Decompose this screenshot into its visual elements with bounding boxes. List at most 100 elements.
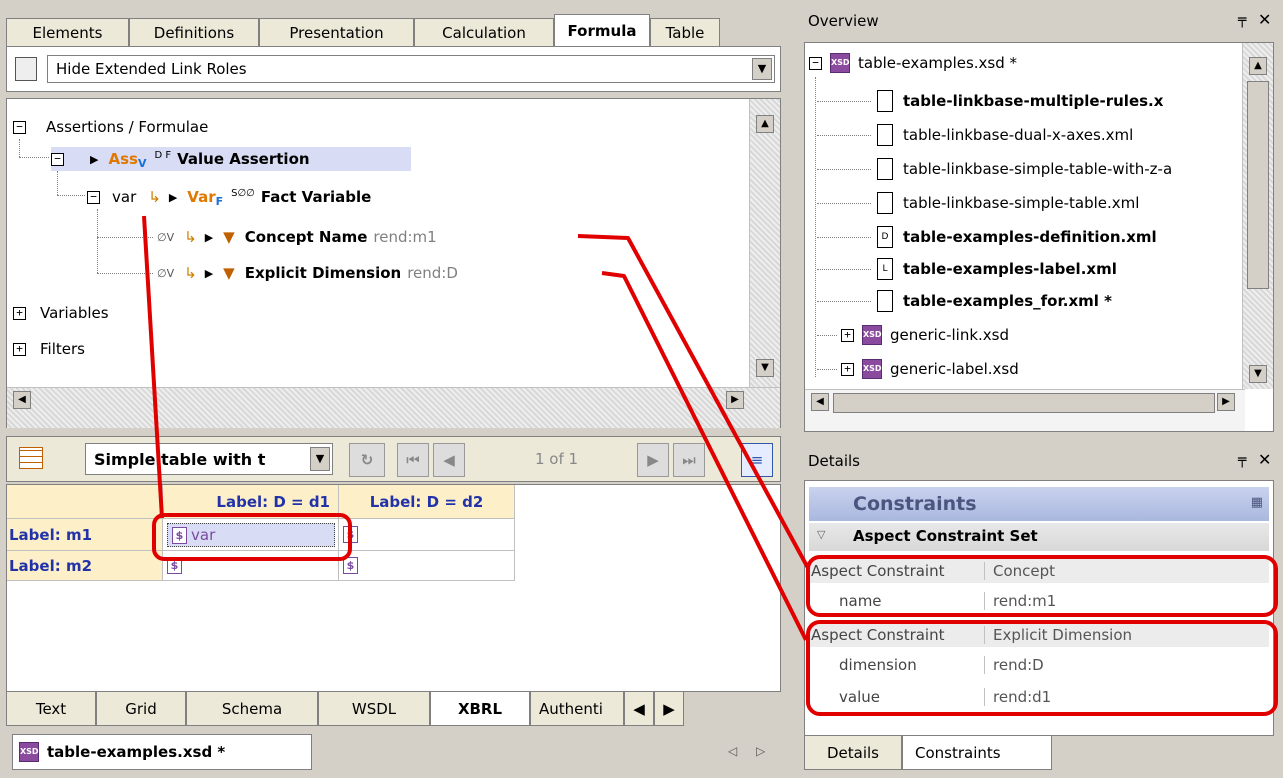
tab-calculation[interactable]: Calculation [414, 18, 554, 46]
tree-filter-concept[interactable]: ∅V ↳ ▶ ▼ Concept Name rend:m1 [157, 225, 437, 249]
var-name: var [112, 188, 137, 206]
constraint-type-value: Explicit Dimension [993, 626, 1133, 644]
assertion-label: Value Assertion [177, 150, 310, 168]
table-select[interactable]: Simple table with t ▼ [85, 443, 333, 475]
tabs-scroll-right[interactable]: ▶ [654, 692, 684, 726]
tab-xbrl[interactable]: XBRL [430, 692, 530, 726]
scroll-left-button[interactable]: ◀ [13, 391, 31, 409]
overview-file[interactable]: L table-examples-label.xml [817, 257, 1117, 281]
doc-scroll-right-icon[interactable]: ▷ [756, 744, 765, 758]
scroll-right-button[interactable]: ▶ [726, 391, 744, 409]
first-page-icon[interactable]: ⏮ [397, 443, 429, 477]
doc-scroll-left-icon[interactable]: ◁ [728, 744, 737, 758]
overview-root-label: table-examples.xsd * [858, 54, 1018, 72]
constraint-prop-row[interactable]: dimension rend:D [809, 653, 1269, 677]
tab-table[interactable]: Table [650, 18, 720, 46]
tab-grid[interactable]: Grid [96, 692, 186, 726]
overview-file[interactable]: table-examples_for.xml * [817, 289, 1112, 313]
close-icon[interactable]: ✕ [1258, 10, 1271, 29]
grid-cell[interactable]: $ var [163, 519, 339, 551]
grid-cell[interactable]: $ [339, 551, 515, 581]
overview-xsd[interactable]: + XSD generic-label.xsd [817, 357, 1019, 381]
last-page-icon[interactable]: ⏭ [673, 443, 705, 477]
chevron-down-icon[interactable]: ▼ [310, 447, 330, 471]
tab-definitions[interactable]: Definitions [129, 18, 259, 46]
overview-file[interactable]: D table-examples-definition.xml [817, 225, 1157, 249]
overview-root[interactable]: − XSD table-examples.xsd * [809, 51, 1017, 75]
overview-file-label: table-linkbase-dual-x-axes.xml [903, 126, 1134, 144]
prev-page-icon[interactable]: ◀ [433, 443, 465, 477]
scroll-up-button[interactable]: ▲ [756, 115, 774, 133]
tab-formula[interactable]: Formula [554, 14, 650, 46]
scroll-left-button[interactable]: ◀ [811, 393, 829, 411]
tab-wsdl[interactable]: WSDL [318, 692, 430, 726]
scroll-down-button[interactable]: ▼ [1249, 365, 1267, 383]
overview-xsd[interactable]: + XSD generic-link.xsd [817, 323, 1009, 347]
pin-icon[interactable]: ╤ [1238, 12, 1246, 28]
overview-file[interactable]: table-linkbase-simple-table-with-z-a [817, 157, 1172, 181]
tree-assertion[interactable]: − ▶ Ass V D F Value Assertion [51, 147, 411, 171]
variable-icon: $ [343, 557, 358, 574]
overview-scroll-thumb[interactable] [1247, 81, 1269, 289]
collapse-icon[interactable]: − [51, 152, 64, 166]
tree-vertical-scrollbar[interactable] [749, 99, 780, 387]
constraint-type-row[interactable]: Aspect Constraint Explicit Dimension [809, 623, 1269, 647]
close-icon[interactable]: ✕ [1258, 450, 1271, 469]
tab-elements[interactable]: Elements [6, 18, 129, 46]
expand-icon[interactable]: + [841, 362, 854, 376]
expand-icon[interactable]: + [13, 306, 26, 320]
constraint-type-row[interactable]: Aspect Constraint Concept [809, 559, 1269, 583]
overview-file[interactable]: table-linkbase-multiple-rules.x [817, 89, 1163, 113]
overview-file[interactable]: table-linkbase-simple-table.xml [817, 191, 1139, 215]
link-icon: ↳ [148, 188, 161, 206]
collapse-triangle-icon[interactable]: ▽ [817, 528, 825, 541]
formula-tree-panel: − Assertions / Formulae − ▶ Ass V D F Va… [6, 98, 781, 428]
expand-icon[interactable]: + [13, 342, 26, 356]
document-tab[interactable]: XSD table-examples.xsd * [12, 734, 312, 770]
grid-row-header: Label: m1 [7, 519, 163, 551]
filter-funnel-icon: ▼ [223, 264, 235, 282]
tab-details[interactable]: Details [804, 736, 902, 770]
collapse-icon[interactable]: − [87, 190, 100, 204]
table-grid-panel: Label: D = d1 Label: D = d2 Label: m1 $ … [6, 484, 781, 692]
refresh-icon[interactable]: ↻ [349, 443, 385, 477]
top-tab-bar: Elements Definitions Presentation Calcul… [6, 14, 720, 46]
grid-icon[interactable] [19, 447, 43, 469]
play-icon: ▶ [204, 230, 214, 244]
link-icon: ↳ [184, 264, 197, 282]
constraint-prop-row[interactable]: value rend:d1 [809, 685, 1269, 709]
tab-constraints[interactable]: Constraints [902, 736, 1052, 770]
tab-presentation[interactable]: Presentation [259, 18, 414, 46]
pin-icon[interactable]: ╤ [1238, 452, 1246, 468]
collapse-icon[interactable]: − [809, 56, 822, 70]
scroll-up-button[interactable]: ▲ [1249, 57, 1267, 75]
tab-authentic[interactable]: Authenti [530, 692, 624, 726]
tab-schema[interactable]: Schema [186, 692, 318, 726]
tree-line [97, 273, 153, 274]
constraint-set-row[interactable]: ▽ Aspect Constraint Set [809, 523, 1269, 551]
grid-cell[interactable]: $ [163, 551, 339, 581]
layout-icon[interactable]: ▦ [1251, 495, 1263, 510]
constraint-prop-row[interactable]: name rend:m1 [809, 589, 1269, 613]
tree-filter-dimension[interactable]: ∅V ↳ ▶ ▼ Explicit Dimension rend:D [157, 261, 458, 285]
next-page-icon[interactable]: ▶ [637, 443, 669, 477]
tree-horizontal-scrollbar[interactable] [7, 387, 780, 428]
tabs-scroll-left[interactable]: ◀ [624, 692, 654, 726]
tree-line [97, 237, 153, 238]
collapse-icon[interactable]: − [13, 120, 26, 134]
scroll-down-button[interactable]: ▼ [756, 359, 774, 377]
overview-file[interactable]: table-linkbase-dual-x-axes.xml [817, 123, 1133, 147]
role-filter-select[interactable]: Hide Extended Link Roles ▼ [47, 55, 775, 83]
table-settings-icon[interactable]: ≡ [741, 443, 773, 477]
tree-filters[interactable]: + Filters [13, 337, 85, 361]
tree-variables[interactable]: + Variables [13, 301, 109, 325]
tree-fact-variable[interactable]: − var ↳ ▶ Var F S∅∅ Fact Variable [87, 185, 371, 209]
tab-text[interactable]: Text [6, 692, 96, 726]
role-filter-icon[interactable] [15, 57, 37, 81]
chevron-down-icon[interactable]: ▼ [752, 58, 772, 80]
grid-cell[interactable]: $ [339, 519, 515, 551]
tree-root[interactable]: − Assertions / Formulae [13, 115, 208, 139]
expand-icon[interactable]: + [841, 328, 854, 342]
scroll-right-button[interactable]: ▶ [1217, 393, 1235, 411]
overview-hscroll-thumb[interactable] [833, 393, 1215, 413]
